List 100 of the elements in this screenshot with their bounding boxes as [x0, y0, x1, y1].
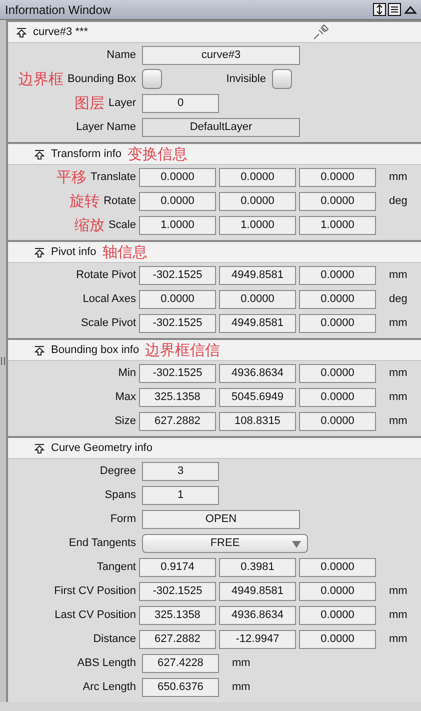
annotation-text: 旋转	[70, 194, 100, 208]
number-field[interactable]: -12.9947	[219, 630, 296, 648]
section-title: Pivot info	[51, 244, 96, 260]
collapse-caret-icon[interactable]	[404, 3, 417, 16]
field-label: Name	[106, 48, 136, 63]
text-field[interactable]: OPEN	[142, 510, 300, 528]
field-label: ABS Length	[77, 656, 136, 671]
number-field[interactable]: 0.0000	[299, 388, 376, 406]
number-field[interactable]: 0.9174	[139, 558, 216, 576]
unit-label: mm	[389, 390, 408, 405]
number-field[interactable]: 0.0000	[299, 266, 376, 284]
unit-label: mm	[389, 366, 408, 381]
text-field[interactable]: curve#3	[142, 46, 300, 64]
annotation-text: 边界框	[18, 72, 64, 86]
number-field[interactable]: 325.1358	[139, 388, 216, 406]
number-field[interactable]: 108.8315	[219, 412, 296, 430]
number-field[interactable]: 0	[142, 94, 219, 112]
number-field[interactable]: 0.0000	[139, 290, 216, 308]
unit-label: mm	[389, 632, 408, 647]
section-title: curve#3 ***	[33, 24, 88, 40]
number-field[interactable]: 1	[142, 486, 219, 504]
section-title: Transform info	[51, 146, 122, 162]
number-field[interactable]: 0.0000	[299, 364, 376, 382]
number-field[interactable]: 4949.8581	[219, 582, 296, 600]
number-field[interactable]: 0.0000	[299, 558, 376, 576]
field-label: Spans	[104, 488, 136, 503]
collapse-icon[interactable]	[34, 442, 45, 454]
unit-label: mm	[389, 268, 408, 283]
collapse-icon[interactable]	[34, 148, 45, 160]
number-field[interactable]: 0.0000	[219, 290, 296, 308]
field-label: Layer	[108, 96, 136, 111]
number-field[interactable]: 1.0000	[299, 216, 376, 234]
number-field[interactable]: 0.0000	[299, 314, 376, 332]
number-field[interactable]: 0.0000	[299, 582, 376, 600]
field-label: First CV Position	[54, 584, 136, 599]
field-label: Form	[110, 512, 136, 527]
number-field[interactable]: 0.0000	[139, 168, 216, 186]
number-field[interactable]: 0.0000	[219, 168, 296, 186]
number-field[interactable]: 0.0000	[299, 606, 376, 624]
annotation-text: 变换信息	[128, 146, 188, 162]
number-field[interactable]: 0.0000	[299, 412, 376, 430]
number-field[interactable]: 325.1358	[139, 606, 216, 624]
grip-handle[interactable]	[1, 357, 5, 365]
number-field[interactable]: 4949.8581	[219, 314, 296, 332]
number-field[interactable]: 627.2882	[139, 630, 216, 648]
number-field[interactable]: 627.4228	[142, 654, 219, 672]
number-field[interactable]: 0.0000	[139, 192, 216, 210]
pin-icon[interactable]	[313, 24, 329, 40]
text-field: DefaultLayer	[142, 118, 300, 136]
number-field[interactable]: -302.1525	[139, 364, 216, 382]
number-field[interactable]: 0.0000	[299, 290, 376, 308]
unit-label: mm	[389, 170, 408, 185]
collapse-icon[interactable]	[34, 344, 45, 356]
number-field[interactable]: 1.0000	[139, 216, 216, 234]
field-label: End Tangents	[68, 536, 136, 551]
number-field[interactable]: 627.2882	[139, 412, 216, 430]
collapse-icon[interactable]	[34, 246, 45, 258]
number-field[interactable]: 0.3981	[219, 558, 296, 576]
number-field[interactable]: 0.0000	[299, 192, 376, 210]
field-label: Rotate Pivot	[76, 268, 136, 283]
field-label: Translate	[90, 170, 136, 185]
checkbox[interactable]	[142, 69, 162, 89]
menu-icon[interactable]	[388, 3, 402, 16]
collapse-icon[interactable]	[16, 26, 27, 38]
annotation-text: 轴信息	[102, 244, 148, 260]
unit-label: mm	[389, 584, 408, 599]
number-field[interactable]: 4936.8634	[219, 364, 296, 382]
field-label: Arc Length	[82, 680, 136, 695]
number-field[interactable]: -302.1525	[139, 582, 216, 600]
field-label: Local Axes	[82, 292, 136, 307]
field-label: Min	[118, 366, 136, 381]
unit-label: mm	[389, 608, 408, 623]
number-field[interactable]: 4949.8581	[219, 266, 296, 284]
unit-label: mm	[232, 656, 250, 671]
field-label: Scale	[108, 218, 136, 233]
number-field[interactable]: 1.0000	[219, 216, 296, 234]
number-field[interactable]: 650.6376	[142, 678, 219, 696]
dropdown-caret-icon[interactable]	[292, 540, 301, 548]
resize-icon[interactable]	[372, 3, 386, 16]
unit-label: mm	[232, 680, 250, 695]
checkbox[interactable]	[272, 69, 292, 89]
window-title: Information Window	[5, 2, 112, 18]
number-field[interactable]: 5045.6949	[219, 388, 296, 406]
number-field[interactable]: 3	[142, 462, 219, 480]
section-title: Curve Geometry info	[51, 440, 152, 456]
unit-label: deg	[389, 292, 408, 307]
number-field[interactable]: -302.1525	[139, 314, 216, 332]
section-title: Bounding box info	[51, 342, 140, 358]
number-field[interactable]: 0.0000	[219, 192, 296, 210]
unit-label: mm	[389, 316, 408, 331]
field-label: Tangent	[96, 560, 136, 575]
number-field[interactable]: -302.1525	[139, 266, 216, 284]
annotation-text: 边界框信信	[145, 342, 220, 358]
field-label: Distance	[93, 632, 136, 647]
number-field[interactable]: 0.0000	[299, 630, 376, 648]
dropdown[interactable]: FREE	[142, 534, 308, 552]
unit-label: mm	[389, 414, 408, 429]
annotation-text: 图层	[74, 96, 104, 110]
number-field[interactable]: 0.0000	[299, 168, 376, 186]
number-field[interactable]: 4936.8634	[219, 606, 296, 624]
